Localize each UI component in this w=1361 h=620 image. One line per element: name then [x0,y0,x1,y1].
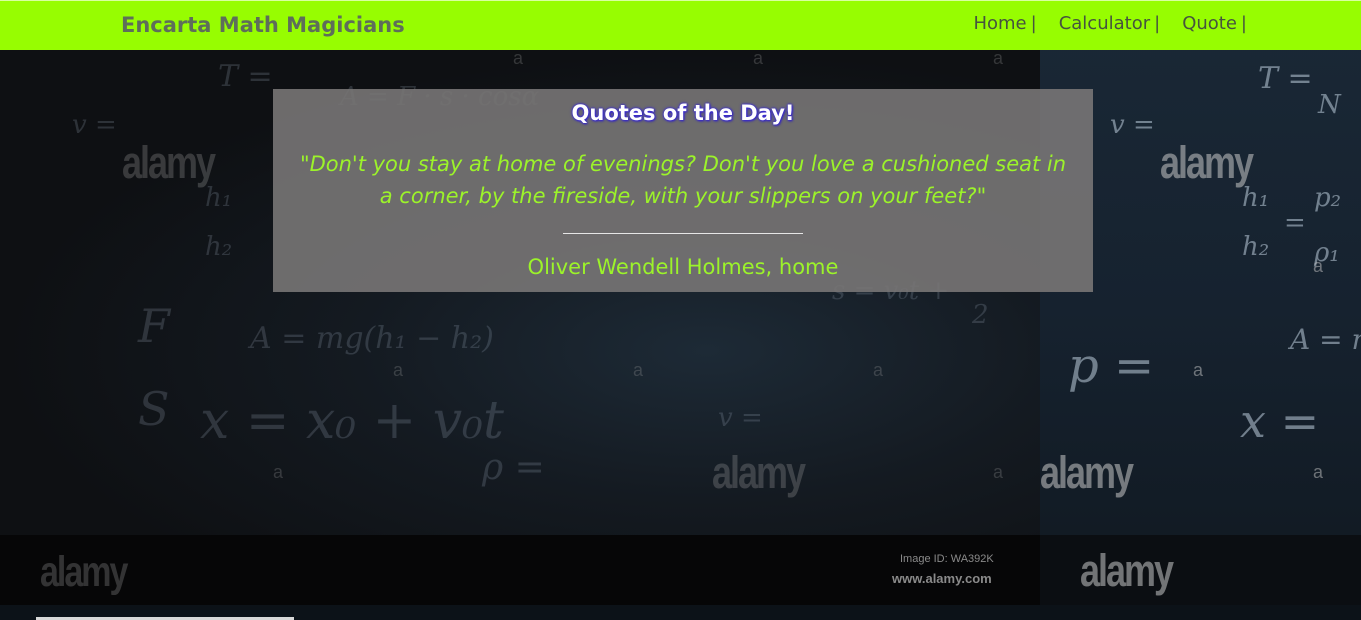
nav-link-home[interactable]: Home | [973,13,1036,34]
formula-text: h₂ [205,232,233,262]
image-id-label: Image ID: WA392K [900,553,994,565]
formula-text: h₁ [1242,183,1270,213]
quote-author: Oliver Wendell Holmes, home [527,255,839,279]
nav-separator: | [1240,13,1247,34]
quote-card: Quotes of the Day! "Don't you stay at ho… [273,89,1093,292]
formula-text: A = m [1290,323,1361,356]
navbar: Encarta Math Magicians Home | Calculator |… [0,0,1361,50]
watermark-logo: alamy [1080,544,1174,596]
nav-links: Home | Calculator | Quote | [973,13,1247,34]
page: T = v = A = F · s · cosα h₁ h₂ A = mg(h₁… [0,0,1361,620]
formula-text: = [1284,208,1306,238]
nav-link-label[interactable]: Quote [1182,13,1237,34]
formula-text: S [138,382,170,436]
watermark-mark: a [1313,462,1324,482]
formula-text: h₂ [1242,232,1270,262]
formula-text: v = [1110,110,1155,140]
nav-link-calculator[interactable]: Calculator | [1059,13,1160,34]
quote-divider [563,233,803,234]
watermark-mark: a [633,360,644,380]
quote-heading: Quotes of the Day! [571,101,795,125]
formula-text: ρ = [482,447,545,488]
watermark-mark: a [993,462,1004,482]
formula-text: 2 [972,300,989,330]
formula-text: N [1318,90,1341,120]
formula-text: T = [1258,61,1313,96]
nav-link-label[interactable]: Home [973,13,1026,34]
formula-text: x = x₀ + v₀t [200,391,504,451]
nav-separator: | [1154,13,1161,34]
watermark-logo: alamy [1040,446,1134,498]
watermark-logo: alamy [712,446,806,498]
watermark-logo: alamy [1160,136,1254,188]
formula-text: A = mg(h₁ − h₂) [250,321,494,356]
watermark-mark: a [753,48,764,68]
nav-separator: | [1030,13,1037,34]
watermark-mark: a [1193,360,1204,380]
formula-text: v = [72,110,117,140]
watermark-logo: alamy [122,136,216,188]
watermark-mark: a [513,48,524,68]
formula-text: p₂ [1314,183,1342,213]
nav-link-label[interactable]: Calculator [1059,13,1150,34]
formula-text: h₁ [205,183,233,213]
watermark-logo: alamy [40,548,128,596]
formula-text: F [138,299,170,353]
watermark-mark: a [273,462,284,482]
formula-text: p = [1068,338,1155,394]
brand-title[interactable]: Encarta Math Magicians [121,13,405,37]
image-url-label: www.alamy.com [892,571,992,586]
nav-link-quote[interactable]: Quote | [1182,13,1247,34]
watermark-mark: a [1313,256,1324,276]
quote-text: "Don't you stay at home of evenings? Don… [299,152,1067,208]
watermark-mark: a [993,48,1004,68]
watermark-mark: a [873,360,884,380]
formula-text: v = [718,403,763,433]
watermark-mark: a [393,360,404,380]
formula-text: x = [1240,394,1320,448]
formula-text: T = [218,59,273,94]
